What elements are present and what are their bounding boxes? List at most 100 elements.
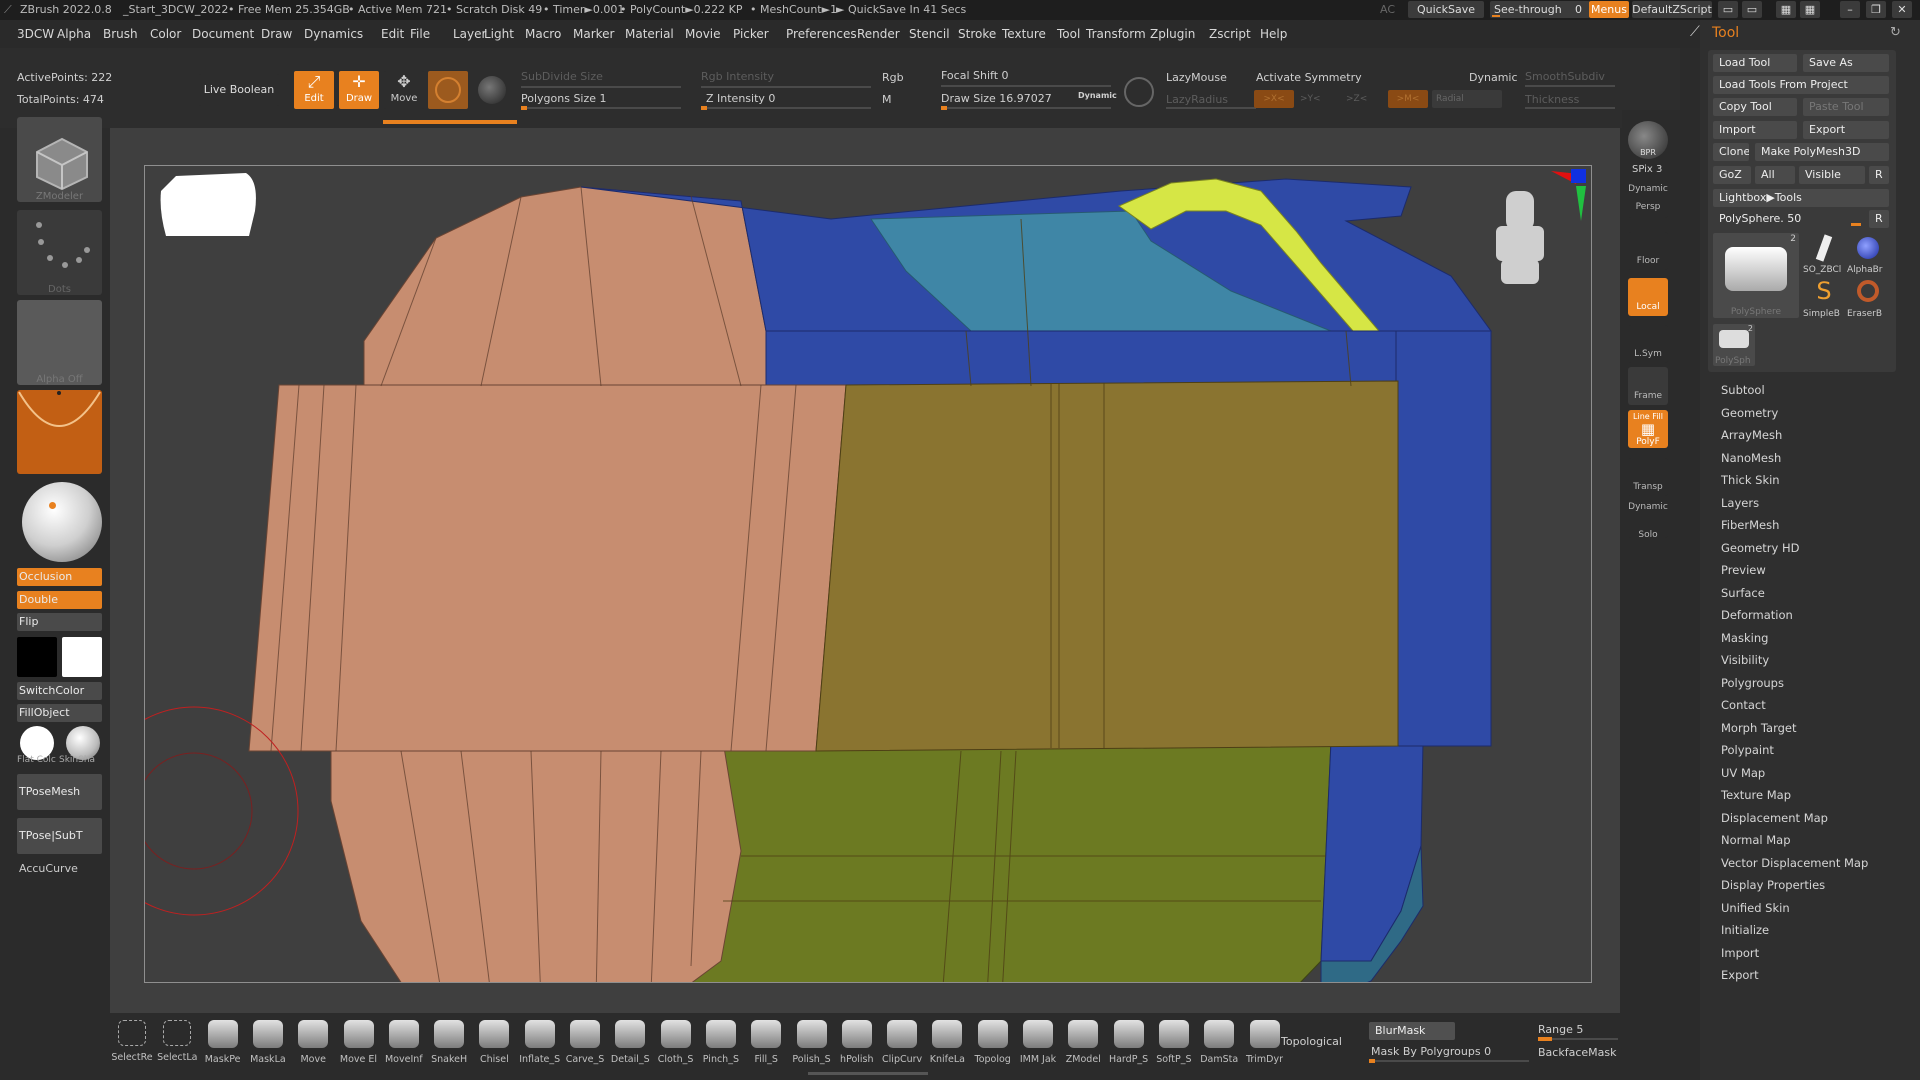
lsym-button[interactable]: L.Sym	[1628, 325, 1668, 363]
menu-document[interactable]: Document	[192, 27, 254, 41]
menu-stencil[interactable]: Stencil	[909, 27, 950, 41]
sym-z-button[interactable]: >Z<	[1346, 94, 1367, 104]
tool-thumb-so-zbcl[interactable]: SO_ZBCl	[1803, 233, 1845, 275]
subpalette-thick-skin[interactable]: Thick Skin	[1721, 473, 1780, 487]
default-zscript-button[interactable]: DefaultZScript	[1632, 1, 1712, 18]
zmodeler-brush-button[interactable]: ZModeler	[17, 117, 102, 202]
main-color-swatch[interactable]	[62, 637, 102, 677]
menu-3dcw[interactable]: 3DCW	[17, 27, 54, 41]
brush-selectre[interactable]: SelectRe	[111, 1020, 153, 1078]
range-value[interactable]: Range 5	[1538, 1023, 1583, 1036]
subpalette-texture-map[interactable]: Texture Map	[1721, 788, 1791, 802]
paste-tool-button[interactable]: Paste Tool	[1803, 98, 1889, 116]
viewport-frame[interactable]	[144, 165, 1592, 983]
goz-r-button[interactable]: R	[1869, 166, 1889, 184]
make-polymesh3d-button[interactable]: Make PolyMesh3D	[1755, 143, 1889, 161]
lazyradius-slider[interactable]	[1166, 107, 1256, 109]
secondary-color-swatch[interactable]	[17, 637, 57, 677]
brush-hpolish[interactable]: hPolish	[837, 1020, 877, 1078]
brush-maskla[interactable]: MaskLa	[248, 1020, 288, 1078]
menu-brush[interactable]: Brush	[103, 27, 138, 41]
rgb-intensity-slider[interactable]	[701, 86, 871, 88]
local-button[interactable]: Local	[1628, 278, 1668, 316]
subpalette-normal-map[interactable]: Normal Map	[1721, 833, 1791, 847]
polygons-size-slider[interactable]	[521, 106, 681, 110]
brush-move[interactable]: Move	[293, 1020, 333, 1078]
brush-trimdyr[interactable]: TrimDyr	[1245, 1020, 1285, 1078]
lazy-step-icon[interactable]	[1124, 77, 1154, 107]
tool-pin-icon[interactable]: ⟋	[1690, 24, 1700, 40]
floor-button[interactable]: Floor	[1628, 232, 1668, 270]
texture-button[interactable]	[17, 390, 102, 474]
layout-icon-1[interactable]: ▭	[1718, 1, 1738, 18]
brush-softp-s[interactable]: SoftP_S	[1154, 1020, 1194, 1078]
layout-icon-2[interactable]: ▭	[1742, 1, 1762, 18]
brush-hardp-s[interactable]: HardP_S	[1109, 1020, 1149, 1078]
subpalette-vector-displacement-map[interactable]: Vector Displacement Map	[1721, 856, 1868, 870]
spix-value[interactable]: SPix 3	[1632, 164, 1662, 175]
close-icon[interactable]: ✕	[1892, 1, 1912, 18]
menu-file[interactable]: File	[410, 27, 430, 41]
tool-thumb-eraserb[interactable]: EraserB	[1847, 277, 1889, 319]
menu-alpha[interactable]: Alpha	[57, 27, 91, 41]
menu-tool[interactable]: Tool	[1057, 27, 1080, 41]
polyf-button[interactable]: Line Fill ▦ PolyF	[1628, 410, 1668, 448]
brush-topolog[interactable]: Topolog	[973, 1020, 1013, 1078]
brush-carve-s[interactable]: Carve_S	[565, 1020, 605, 1078]
layout-icon-4[interactable]: ▦	[1800, 1, 1820, 18]
brush-fill-s[interactable]: Fill_S	[746, 1020, 786, 1078]
subpalette-deformation[interactable]: Deformation	[1721, 608, 1793, 622]
brush-zmodel[interactable]: ZModel	[1063, 1020, 1103, 1078]
topological-toggle[interactable]: Topological	[1281, 1035, 1342, 1048]
menu-picker[interactable]: Picker	[733, 27, 769, 41]
edit-button[interactable]: ⤢ Edit	[294, 71, 334, 109]
tool-palette-title[interactable]: Tool	[1712, 25, 1739, 41]
rgb-toggle[interactable]: Rgb	[882, 71, 904, 84]
menu-movie[interactable]: Movie	[685, 27, 721, 41]
menu-zplugin[interactable]: Zplugin	[1150, 27, 1195, 41]
subpalette-contact[interactable]: Contact	[1721, 698, 1766, 712]
lightbox-tools-button[interactable]: Lightbox▶Tools	[1713, 189, 1889, 207]
solo-button[interactable]: Dynamic Solo	[1628, 500, 1668, 540]
fillobject-button[interactable]: FillObject	[17, 704, 102, 722]
minimize-icon[interactable]: –	[1840, 1, 1860, 18]
menu-preferences[interactable]: Preferences	[786, 27, 857, 41]
subpalette-geometry-hd[interactable]: Geometry HD	[1721, 541, 1800, 555]
brush-inflate-s[interactable]: Inflate_S	[519, 1020, 560, 1078]
subpalette-polygroups[interactable]: Polygroups	[1721, 676, 1784, 690]
move-button[interactable]: ✥ Move	[384, 71, 424, 109]
range-slider[interactable]	[1538, 1037, 1618, 1041]
export-button[interactable]: Export	[1803, 121, 1889, 139]
restore-icon[interactable]: ❐	[1866, 1, 1886, 18]
draw-size-dynamic[interactable]: Dynamic	[1078, 91, 1117, 100]
tool-thumb-polysphere[interactable]: 2 PolySphere	[1713, 233, 1799, 318]
menu-texture[interactable]: Texture	[1002, 27, 1046, 41]
tpose-subt-button[interactable]: TPose|SubT	[17, 818, 102, 854]
menu-material[interactable]: Material	[625, 27, 674, 41]
draw-size-slider[interactable]	[941, 106, 1111, 110]
tool-thumb-alphabr[interactable]: AlphaBr	[1847, 233, 1889, 275]
brush-cloth-s[interactable]: Cloth_S	[656, 1020, 696, 1078]
blurmask-button[interactable]: BlurMask	[1369, 1022, 1455, 1040]
subpalette-preview[interactable]: Preview	[1721, 563, 1766, 577]
smooth-subdiv[interactable]: SmoothSubdiv	[1525, 70, 1605, 83]
refresh-icon[interactable]: ↻	[1890, 25, 1901, 40]
quicksave-button[interactable]: QuickSave	[1408, 1, 1484, 18]
tposemesh-button[interactable]: TPoseMesh	[17, 774, 102, 810]
occlusion-button[interactable]: Occlusion	[17, 568, 102, 586]
subpalette-import[interactable]: Import	[1721, 946, 1759, 960]
z-intensity-slider[interactable]	[701, 106, 871, 110]
polysphere-r-button[interactable]: R	[1869, 210, 1889, 228]
subdivide-size[interactable]: SubDivide Size	[521, 70, 603, 83]
brush-selectla[interactable]: SelectLa	[157, 1020, 198, 1078]
tool-thumb-polysph-small[interactable]: 2 PolySph	[1713, 324, 1755, 366]
live-boolean-button[interactable]: Live Boolean	[199, 74, 279, 106]
focal-shift-slider[interactable]	[941, 85, 1111, 87]
menu-transform[interactable]: Transform	[1086, 27, 1146, 41]
brush-moveinf[interactable]: MoveInf	[384, 1020, 424, 1078]
double-button[interactable]: Double	[17, 591, 102, 609]
lazyradius[interactable]: LazyRadius	[1166, 93, 1228, 106]
see-through-slider[interactable]: See-through 0	[1490, 1, 1590, 18]
brush-maskpe[interactable]: MaskPe	[203, 1020, 243, 1078]
sym-m-button[interactable]: >M<	[1388, 90, 1428, 108]
